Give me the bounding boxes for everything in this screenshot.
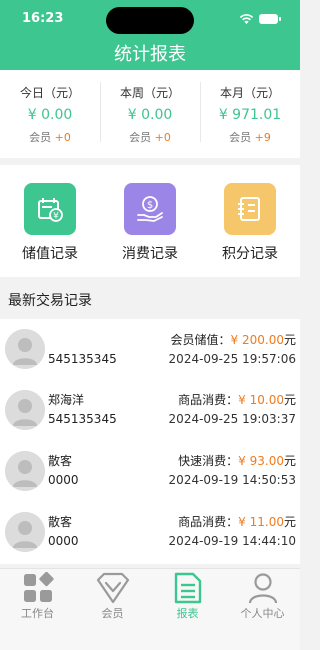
transaction-amount: 商品消费：¥ 10.00元 bbox=[178, 391, 296, 408]
svg-text:$: $ bbox=[147, 200, 153, 211]
stat-month[interactable]: 本月（元） ¥ 971.01 会员 +9 bbox=[200, 70, 300, 158]
page-title: 统计报表 bbox=[114, 44, 186, 65]
customer-account: 545135345 bbox=[48, 412, 117, 426]
wifi-icon bbox=[239, 14, 254, 24]
customer-name: 散客 bbox=[48, 515, 73, 529]
status-time: 16:23 bbox=[22, 11, 64, 26]
customer-account: 0000 bbox=[48, 473, 79, 487]
hand-dollar-icon: $ bbox=[124, 183, 176, 235]
stat-member: 会员 +0 bbox=[0, 129, 100, 145]
transaction-time: 2024-09-25 19:57:06 bbox=[168, 352, 296, 366]
stat-today[interactable]: 今日（元） ¥ 0.00 会员 +0 bbox=[0, 70, 100, 158]
amount-unit: 元 bbox=[283, 393, 296, 407]
stat-week[interactable]: 本周（元） ¥ 0.00 会员 +0 bbox=[100, 70, 200, 158]
stats-panel: 今日（元） ¥ 0.00 会员 +0 本周（元） ¥ 0.00 会员 +0 本月… bbox=[0, 70, 300, 158]
member-delta: +0 bbox=[154, 131, 171, 144]
stat-member: 会员 +9 bbox=[200, 129, 300, 145]
notebook-icon bbox=[224, 183, 276, 235]
section-title: 最新交易记录 bbox=[8, 293, 92, 309]
shortcut-label: 积分记录 bbox=[222, 246, 278, 262]
customer-account: 0000 bbox=[48, 534, 79, 548]
transaction-row[interactable]: 545135345 会员储值：¥ 200.00元 2024-09-25 19:5… bbox=[0, 321, 300, 381]
customer-name: 散客 bbox=[48, 454, 73, 468]
report-icon bbox=[171, 571, 205, 605]
stat-label: 本月（元） bbox=[219, 86, 280, 100]
member-delta: +9 bbox=[254, 131, 271, 144]
transaction-amount: 商品消费：¥ 11.00元 bbox=[178, 513, 296, 530]
shortcut-label: 消费记录 bbox=[122, 246, 178, 262]
transaction-type: 快速消费： bbox=[178, 454, 239, 468]
diamond-icon bbox=[96, 571, 130, 605]
wallet-yen-icon: ¥ bbox=[24, 183, 76, 235]
tab-profile[interactable]: 个人中心 bbox=[225, 569, 300, 650]
tab-label: 工作台 bbox=[21, 607, 54, 620]
transaction-type: 商品消费： bbox=[178, 515, 239, 529]
person-icon bbox=[246, 571, 280, 605]
grid-icon bbox=[21, 571, 55, 605]
transaction-row[interactable]: 散客 0000 商品消费：¥ 11.00元 2024-09-19 14:44:1… bbox=[0, 504, 300, 564]
shortcut-label: 储值记录 bbox=[22, 246, 78, 262]
amount-value: ¥ 93.00 bbox=[238, 454, 284, 468]
transaction-time: 2024-09-19 14:50:53 bbox=[168, 473, 296, 487]
amount-value: ¥ 200.00 bbox=[230, 333, 284, 347]
avatar bbox=[5, 329, 45, 369]
transaction-amount: 快速消费：¥ 93.00元 bbox=[178, 452, 296, 469]
bottom-tab-bar: 工作台 会员 报表 个人中心 bbox=[0, 568, 300, 650]
avatar bbox=[5, 512, 45, 552]
transaction-row[interactable]: 郑海洋 545135345 商品消费：¥ 10.00元 2024-09-25 1… bbox=[0, 382, 300, 442]
transaction-time: 2024-09-25 19:03:37 bbox=[168, 412, 296, 426]
stat-amount: ¥ 0.00 bbox=[27, 107, 73, 123]
stat-label: 本周（元） bbox=[119, 86, 180, 100]
member-delta: +0 bbox=[54, 131, 71, 144]
member-label: 会员 bbox=[129, 131, 152, 144]
transaction-time: 2024-09-19 14:44:10 bbox=[168, 534, 296, 548]
status-bar: 16:23 bbox=[0, 0, 300, 38]
avatar bbox=[5, 390, 45, 430]
tab-workbench[interactable]: 工作台 bbox=[0, 569, 75, 650]
amount-value: ¥ 10.00 bbox=[238, 393, 284, 407]
member-label: 会员 bbox=[29, 131, 52, 144]
customer-name: 郑海洋 bbox=[48, 393, 85, 407]
transaction-type: 商品消费： bbox=[178, 393, 239, 407]
stat-amount: ¥ 971.01 bbox=[218, 107, 282, 123]
transaction-list[interactable]: 545135345 会员储值：¥ 200.00元 2024-09-25 19:5… bbox=[0, 319, 300, 564]
header-bar: 16:23 统计报表 bbox=[0, 0, 300, 70]
amount-unit: 元 bbox=[283, 515, 296, 529]
avatar bbox=[5, 451, 45, 491]
amount-value: ¥ 11.00 bbox=[238, 515, 284, 529]
transaction-row[interactable]: 散客 0000 快速消费：¥ 93.00元 2024-09-19 14:50:5… bbox=[0, 443, 300, 503]
tab-reports[interactable]: 报表 bbox=[150, 569, 225, 650]
tab-label: 个人中心 bbox=[240, 607, 285, 620]
member-label: 会员 bbox=[229, 131, 252, 144]
transaction-type: 会员储值： bbox=[170, 333, 231, 347]
battery-icon bbox=[259, 14, 281, 24]
tab-label: 会员 bbox=[101, 607, 124, 620]
transaction-amount: 会员储值：¥ 200.00元 bbox=[171, 331, 296, 348]
amount-unit: 元 bbox=[283, 333, 296, 347]
svg-text:¥: ¥ bbox=[53, 212, 59, 222]
stat-amount: ¥ 0.00 bbox=[127, 107, 173, 123]
tab-label: 报表 bbox=[176, 607, 199, 620]
shortcut-recharge-records[interactable]: ¥ 储值记录 bbox=[0, 165, 100, 277]
stat-label: 今日（元） bbox=[19, 86, 80, 100]
shortcut-consumption-records[interactable]: $ 消费记录 bbox=[100, 165, 200, 277]
shortcut-panel: ¥ 储值记录 $ 消费记录 积分记录 bbox=[0, 165, 300, 277]
tab-members[interactable]: 会员 bbox=[75, 569, 150, 650]
status-icons bbox=[239, 12, 281, 26]
camera-notch bbox=[106, 7, 194, 34]
customer-account: 545135345 bbox=[48, 352, 117, 366]
amount-unit: 元 bbox=[283, 454, 296, 468]
shortcut-points-records[interactable]: 积分记录 bbox=[200, 165, 300, 277]
stat-member: 会员 +0 bbox=[100, 129, 200, 145]
